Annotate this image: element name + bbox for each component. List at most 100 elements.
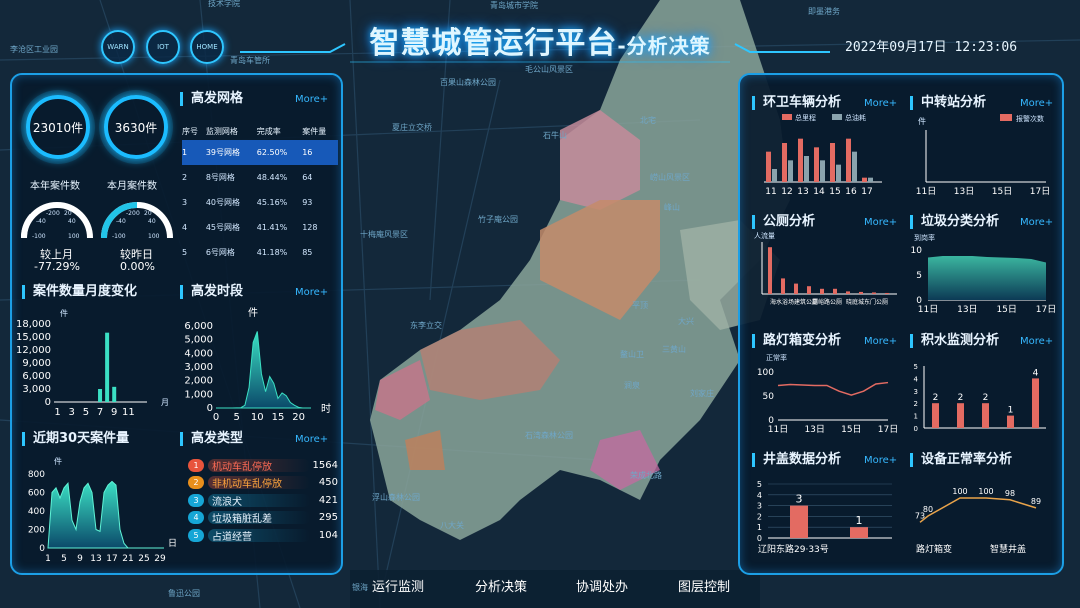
last30-title: 近期30天案件量 (22, 432, 129, 446)
bar (872, 292, 876, 294)
bar (846, 291, 850, 294)
series-area (216, 331, 311, 409)
svg-text:100: 100 (68, 233, 80, 240)
bar (846, 138, 851, 182)
svg-text:鲁迅公园: 鲁迅公园 (168, 588, 200, 598)
nav-coordination[interactable]: 协调处办 (576, 576, 628, 595)
hourly-more-link[interactable]: More+ (295, 287, 328, 298)
y-tick-label: 3,000 (22, 384, 51, 395)
type-rank: 2 (188, 476, 204, 489)
table-row[interactable]: 3 40号网格 45.16% 93 (182, 190, 338, 215)
table-row[interactable]: 4 45号网格 41.41% 128 (182, 215, 338, 240)
bar (830, 143, 835, 182)
y-tick-label: 2 (914, 400, 918, 408)
svg-text:浮山森林公园: 浮山森林公园 (372, 492, 420, 502)
x-unit: 月 (161, 398, 169, 407)
x-unit: 时 (321, 403, 331, 415)
type-row[interactable]: 1 机动车乱停放 1564 (188, 457, 340, 473)
type-count: 421 (318, 494, 338, 506)
water-more-link[interactable]: More+ (1020, 336, 1053, 347)
y-tick-label: 50 (763, 392, 775, 402)
svg-text:-20: -20 (46, 210, 56, 217)
transfer-more-link[interactable]: More+ (1020, 98, 1053, 109)
lamp-title: 路灯箱变分析 (752, 334, 841, 348)
y-tick-label: 100 (757, 368, 774, 378)
month-count-ring: 3630件 (104, 95, 168, 159)
y-tick-label: 4 (757, 491, 762, 500)
lamp-chart: 正常率05010011日 13日 15日 17日 (757, 353, 898, 435)
series-line (777, 381, 889, 396)
type-row[interactable]: 3 流浪犬 421 (188, 492, 340, 508)
type-row[interactable]: 5 占道经营 104 (188, 527, 340, 543)
x-tick-label: 17日 (878, 424, 898, 435)
type-count: 295 (318, 512, 338, 523)
y-tick-label: 15,000 (16, 332, 51, 343)
cell: 5 (182, 248, 188, 257)
bar (1032, 378, 1039, 428)
x-tick-label: 5 (61, 554, 67, 564)
data-label: 2 (983, 393, 989, 403)
types-more-link[interactable]: More+ (295, 434, 328, 445)
y-tick-label: 3,000 (184, 362, 213, 373)
page-title: 智慧城管运行平台-分析决策 (350, 18, 730, 62)
svg-text:崂山风景区: 崂山风景区 (650, 172, 690, 182)
col-rate: 完成率 (256, 126, 281, 136)
svg-text:-100: -100 (112, 233, 126, 240)
data-label: 80 (923, 505, 933, 514)
svg-text:20: 20 (144, 210, 152, 217)
y-tick-label: 800 (28, 470, 45, 480)
col-index: 序号 (182, 126, 198, 136)
svg-text:石湾森林公园: 石湾森林公园 (525, 430, 573, 440)
vehicle-more-link[interactable]: More+ (864, 98, 897, 109)
y-tick-label: 9,000 (22, 358, 51, 369)
bar (820, 160, 825, 182)
home-button[interactable]: HOME (190, 30, 224, 64)
y-unit: 件 (918, 116, 926, 126)
svg-text:银海: 银海 (352, 582, 368, 592)
x-tick-label: 14 (813, 187, 825, 197)
svg-text:0: 0 (56, 210, 60, 217)
manhole-more-link[interactable]: More+ (864, 455, 897, 466)
x-tick-label: 15日 (996, 304, 1016, 315)
cell: 62.50% (256, 140, 303, 165)
grid-table-header: 序号 监测网格 完成率 案件量 (182, 122, 338, 140)
x-tick-label: 13 (797, 187, 808, 197)
toilet-title: 公厕分析 (752, 215, 815, 229)
x-tick-label: 5 (83, 407, 89, 418)
legend-label: 总油耗 (845, 113, 866, 122)
iot-label: IOT (157, 43, 169, 51)
y-unit: 到岗率 (914, 233, 935, 242)
nav-analysis[interactable]: 分析决策 (475, 576, 527, 595)
bar (798, 138, 803, 182)
warn-button[interactable]: WARN (101, 30, 135, 64)
toilet-more-link[interactable]: More+ (864, 217, 897, 228)
type-row[interactable]: 4 垃圾箱脏乱差 295 (188, 510, 340, 526)
x-tick-label: 15 (829, 187, 840, 197)
y-tick-label: 10 (911, 246, 923, 256)
iot-button[interactable]: IOT (146, 30, 180, 64)
nav-layer-control[interactable]: 图层控制 (678, 576, 730, 595)
bar (957, 403, 964, 428)
table-row[interactable]: 1 39号网格 62.50% 16 (182, 140, 338, 165)
y-tick-label: 600 (28, 489, 45, 499)
y-tick-label: 1 (757, 523, 762, 532)
gauge2-value: 0.00% (120, 260, 155, 273)
grid-more-link[interactable]: More+ (295, 94, 328, 105)
bar (982, 403, 989, 428)
table-row[interactable]: 2 8号网格 48.44% 64 (182, 165, 338, 190)
table-row[interactable]: 5 6号网格 41.18% 85 (182, 240, 338, 265)
y-tick-label: 12,000 (16, 345, 51, 356)
type-row[interactable]: 2 非机动车乱停放 450 (188, 475, 340, 491)
x-tick-label: 0 (213, 412, 219, 420)
svg-text:100: 100 (148, 233, 160, 240)
month-count: 3630件 (114, 120, 158, 135)
bar (112, 386, 117, 402)
nav-run-monitor[interactable]: 运行监测 (372, 576, 424, 595)
bar (772, 169, 777, 182)
x-tick-label: 11日 (918, 304, 938, 315)
garbage-more-link[interactable]: More+ (1020, 217, 1053, 228)
svg-text:-40: -40 (116, 218, 126, 225)
lamp-more-link[interactable]: More+ (864, 336, 897, 347)
bar (932, 403, 939, 428)
x-tick-label: 13 (90, 554, 101, 564)
